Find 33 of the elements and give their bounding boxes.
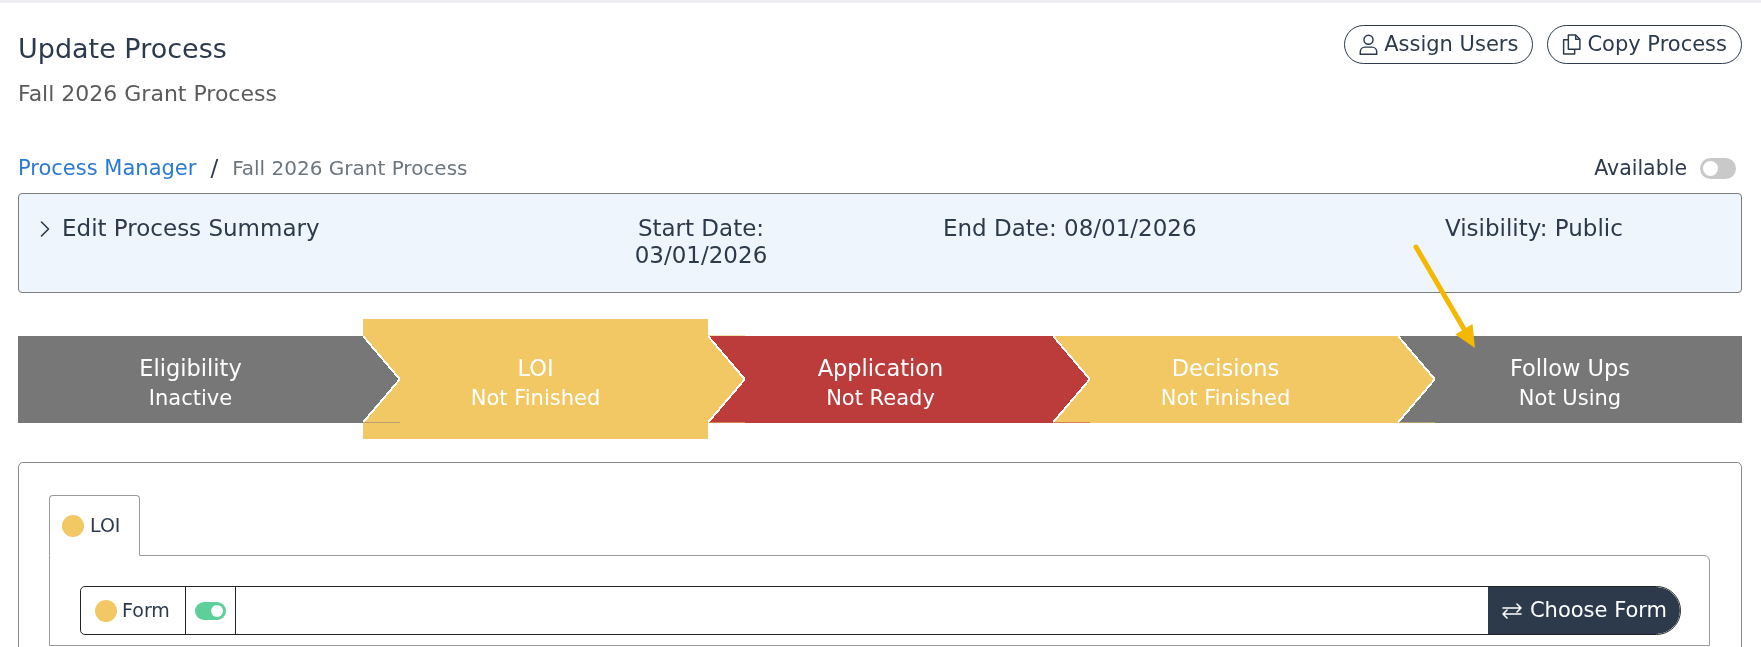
assign-users-button[interactable]: Assign Users bbox=[1344, 25, 1534, 64]
stage-step[interactable]: Application Not Ready bbox=[745, 335, 1090, 423]
stage-name: LOI bbox=[517, 353, 554, 383]
stage-name: Application bbox=[817, 353, 944, 383]
breadcrumb-link[interactable]: Process Manager bbox=[18, 154, 197, 182]
swap-arrows-icon bbox=[1500, 602, 1523, 619]
stage-name: Eligibility bbox=[139, 353, 242, 383]
copy-process-button[interactable]: Copy Process bbox=[1547, 25, 1742, 64]
stage-status: Not Ready bbox=[826, 384, 935, 412]
toggle-switch[interactable] bbox=[194, 601, 226, 620]
form-label: Form bbox=[122, 598, 170, 624]
breadcrumb-separator: / bbox=[210, 154, 219, 182]
breadcrumb-current: Fall 2026 Grant Process bbox=[232, 155, 468, 182]
visibility-text: Visibility: Public bbox=[1445, 215, 1623, 243]
end-date-text: End Date: 08/01/2026 bbox=[943, 215, 1198, 243]
page-title: Update Process bbox=[18, 32, 228, 66]
page-subtitle: Fall 2026 Grant Process bbox=[18, 80, 277, 108]
summary-toggle[interactable]: Edit Process Summary bbox=[39, 215, 320, 242]
tab[interactable]: LOI bbox=[49, 495, 140, 556]
stage-status: Not Finished bbox=[470, 384, 601, 412]
stage-status: Not Using bbox=[1518, 384, 1622, 412]
available-label: Available bbox=[1594, 154, 1687, 182]
start-date-text: Start Date: 03/01/2026 bbox=[633, 215, 769, 270]
choose-form-button[interactable]: Choose Form bbox=[1488, 587, 1680, 634]
stage-status: Inactive bbox=[148, 384, 233, 412]
stage-name: Follow Ups bbox=[1509, 353, 1631, 383]
stage-step[interactable]: Eligibility Inactive bbox=[18, 335, 400, 423]
toggle-switch[interactable] bbox=[1700, 157, 1736, 179]
stage-step[interactable]: Follow Ups Not Using bbox=[1435, 335, 1742, 423]
person-icon bbox=[1359, 34, 1379, 55]
stage-status: Not Finished bbox=[1160, 384, 1291, 412]
copy-icon bbox=[1562, 34, 1582, 55]
stage-name: Decisions bbox=[1171, 353, 1280, 383]
